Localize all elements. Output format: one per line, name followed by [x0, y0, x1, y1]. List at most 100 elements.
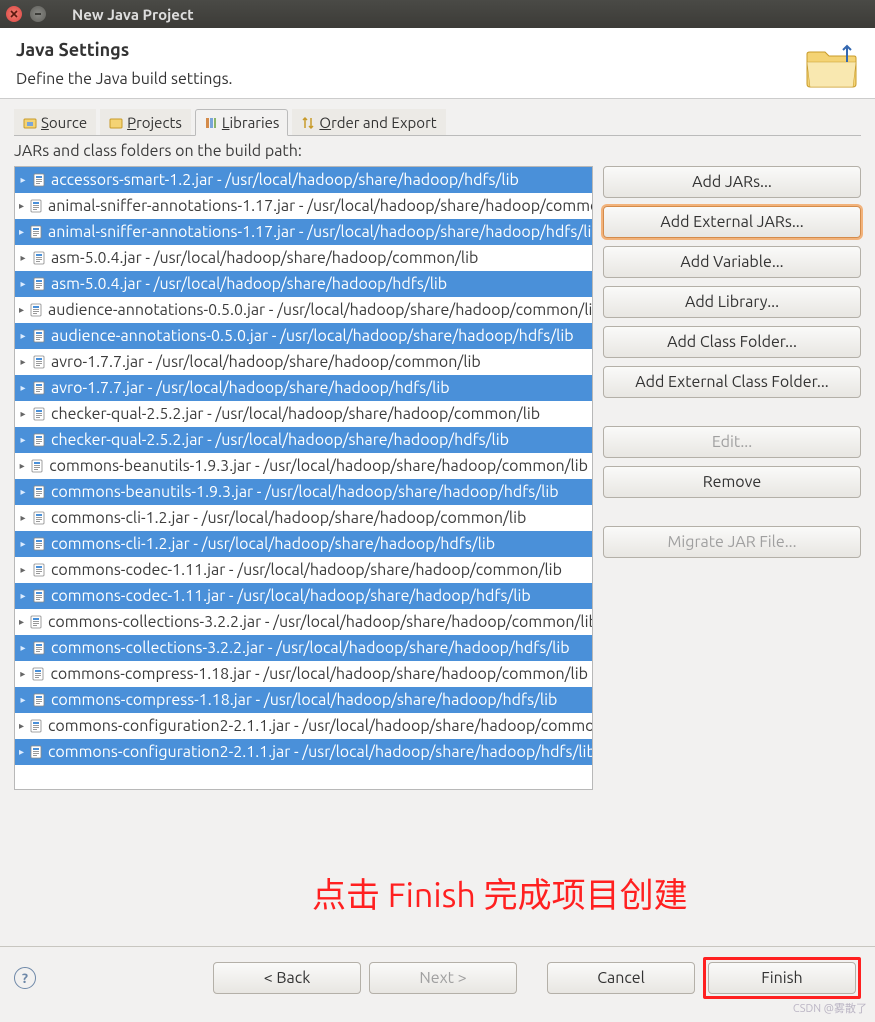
- jar-item-label: checker-qual-2.5.2.jar - /usr/local/hado…: [51, 430, 509, 450]
- expand-arrow-icon[interactable]: ▸: [19, 222, 24, 242]
- expand-arrow-icon[interactable]: ▸: [19, 716, 24, 736]
- next-button[interactable]: Next >: [369, 962, 517, 994]
- add-class-folder-button[interactable]: Add Class Folder...: [603, 326, 861, 358]
- source-folder-icon: [23, 116, 37, 130]
- jar-list-item[interactable]: ▸animal-sniffer-annotations-1.17.jar - /…: [15, 193, 592, 219]
- expand-arrow-icon[interactable]: ▸: [19, 664, 26, 684]
- expand-arrow-icon[interactable]: ▸: [19, 352, 27, 372]
- expand-arrow-icon[interactable]: ▸: [19, 248, 27, 268]
- jar-list-item[interactable]: ▸commons-configuration2-2.1.1.jar - /usr…: [15, 713, 592, 739]
- jar-list-item[interactable]: ▸ checker-qual-2.5.2.jar - /usr/local/had…: [15, 427, 592, 453]
- jar-item-label: commons-codec-1.11.jar - /usr/local/hado…: [51, 560, 562, 580]
- tab-bar: Source Projects Libraries Order and Expo…: [14, 109, 861, 136]
- expand-arrow-icon[interactable]: ▸: [19, 612, 24, 632]
- expand-arrow-icon[interactable]: ▸: [19, 586, 27, 606]
- cancel-button[interactable]: Cancel: [547, 962, 695, 994]
- watermark: CSDN @雾散了: [793, 1000, 867, 1016]
- jar-list-item[interactable]: ▸ commons-codec-1.11.jar - /usr/local/had…: [15, 557, 592, 583]
- jar-list-item[interactable]: ▸ commons-compress-1.18.jar - /usr/local/…: [15, 687, 592, 713]
- window-minimize-button[interactable]: [30, 6, 46, 22]
- order-icon: [301, 116, 315, 130]
- jar-list-item[interactable]: ▸ asm-5.0.4.jar - /usr/local/hadoop/share…: [15, 245, 592, 271]
- jar-list-item[interactable]: ▸ commons-cli-1.2.jar - /usr/local/hadoop…: [15, 531, 592, 557]
- expand-arrow-icon[interactable]: ▸: [19, 638, 27, 658]
- add-external-class-folder-button[interactable]: Add External Class Folder...: [603, 366, 861, 398]
- jar-file-icon: [31, 536, 47, 552]
- titlebar: New Java Project: [0, 0, 875, 28]
- wizard-footer: ? < Back Next > Cancel Finish: [0, 946, 875, 1009]
- button-column: Add JARs... Add External JARs... Add Var…: [603, 166, 861, 790]
- jar-list-item[interactable]: ▸ commons-codec-1.11.jar - /usr/local/had…: [15, 583, 592, 609]
- expand-arrow-icon[interactable]: ▸: [19, 508, 27, 528]
- jar-list-item[interactable]: ▸checker-qual-2.5.2.jar - /usr/local/had…: [15, 401, 592, 427]
- jar-file-icon: [30, 666, 46, 682]
- jar-file-icon: [31, 484, 47, 500]
- jar-item-label: commons-compress-1.18.jar - /usr/local/h…: [51, 690, 557, 710]
- tab-projects[interactable]: Projects: [100, 109, 191, 135]
- libraries-icon: [204, 116, 218, 130]
- jar-list-item[interactable]: ▸commons-collections-3.2.2.jar - /usr/lo…: [15, 635, 592, 661]
- jar-file-icon: [28, 302, 44, 318]
- wizard-header: Java Settings Define the Java build sett…: [0, 28, 875, 99]
- jar-item-label: asm-5.0.4.jar - /usr/local/hadoop/share/…: [51, 274, 447, 294]
- jar-list-item[interactable]: ▸commons-collections-3.2.2.jar - /usr/lo…: [15, 609, 592, 635]
- expand-arrow-icon[interactable]: ▸: [19, 274, 27, 294]
- jar-list-item[interactable]: ▸commons-beanutils-1.9.3.jar - /usr/loca…: [15, 453, 592, 479]
- expand-arrow-icon[interactable]: ▸: [19, 430, 27, 450]
- expand-arrow-icon[interactable]: ▸: [19, 742, 24, 762]
- add-jars-button[interactable]: Add JARs...: [603, 166, 861, 198]
- expand-arrow-icon[interactable]: ▸: [19, 404, 27, 424]
- window-close-button[interactable]: [6, 6, 22, 22]
- jar-list-item[interactable]: ▸ audience-annotations-0.5.0.jar - /usr/l…: [15, 323, 592, 349]
- add-external-jars-button[interactable]: Add External JARs...: [603, 206, 861, 238]
- migrate-jar-button[interactable]: Migrate JAR File...: [603, 526, 861, 558]
- jar-file-icon: [31, 276, 47, 292]
- jar-file-icon: [31, 432, 47, 448]
- jar-file-icon: [31, 406, 47, 422]
- jar-item-label: asm-5.0.4.jar - /usr/local/hadoop/share/…: [51, 248, 478, 268]
- jar-list-item[interactable]: ▸commons-cli-1.2.jar - /usr/local/hadoop…: [15, 505, 592, 531]
- jar-list-item[interactable]: ▸ asm-5.0.4.jar - /usr/local/hadoop/share…: [15, 271, 592, 297]
- jar-item-label: avro-1.7.7.jar - /usr/local/hadoop/share…: [51, 378, 450, 398]
- remove-button[interactable]: Remove: [603, 466, 861, 498]
- jar-item-label: commons-codec-1.11.jar - /usr/local/hado…: [51, 586, 531, 606]
- jar-item-label: commons-cli-1.2.jar - /usr/local/hadoop/…: [51, 534, 495, 554]
- jar-file-icon: [28, 744, 44, 760]
- jar-item-label: audience-annotations-0.5.0.jar - /usr/lo…: [48, 300, 592, 320]
- jar-list-item[interactable]: ▸ avro-1.7.7.jar - /usr/local/hadoop/shar…: [15, 375, 592, 401]
- jar-item-label: audience-annotations-0.5.0.jar - /usr/lo…: [51, 326, 574, 346]
- page-subtitle: Define the Java build settings.: [16, 70, 859, 88]
- add-variable-button[interactable]: Add Variable...: [603, 246, 861, 278]
- expand-arrow-icon[interactable]: ▸: [19, 690, 27, 710]
- jar-list-item[interactable]: ▸accessors-smart-1.2.jar - /usr/local/ha…: [15, 167, 592, 193]
- jar-file-icon: [28, 614, 44, 630]
- jar-list-item[interactable]: ▸commons-compress-1.18.jar - /usr/local/…: [15, 661, 592, 687]
- expand-arrow-icon[interactable]: ▸: [19, 534, 27, 554]
- expand-arrow-icon[interactable]: ▸: [19, 170, 27, 190]
- jar-list-item[interactable]: ▸commons-beanutils-1.9.3.jar - /usr/loca…: [15, 479, 592, 505]
- jar-list[interactable]: ▸accessors-smart-1.2.jar - /usr/local/ha…: [14, 166, 593, 790]
- expand-arrow-icon[interactable]: ▸: [19, 560, 27, 580]
- jar-list-item[interactable]: ▸ audience-annotations-0.5.0.jar - /usr/l…: [15, 297, 592, 323]
- edit-button[interactable]: Edit...: [603, 426, 861, 458]
- add-library-button[interactable]: Add Library...: [603, 286, 861, 318]
- jar-list-item[interactable]: ▸ avro-1.7.7.jar - /usr/local/hadoop/shar…: [15, 349, 592, 375]
- jar-list-item[interactable]: ▸animal-sniffer-annotations-1.17.jar - /…: [15, 219, 592, 245]
- jar-file-icon: [31, 510, 47, 526]
- finish-button[interactable]: Finish: [708, 962, 856, 994]
- tab-order-and-export[interactable]: Order and Export: [292, 109, 445, 135]
- expand-arrow-icon[interactable]: ▸: [19, 326, 27, 346]
- expand-arrow-icon[interactable]: ▸: [19, 300, 24, 320]
- jar-item-label: avro-1.7.7.jar - /usr/local/hadoop/share…: [51, 352, 481, 372]
- expand-arrow-icon[interactable]: ▸: [19, 456, 25, 476]
- back-button[interactable]: < Back: [213, 962, 361, 994]
- help-icon[interactable]: ?: [14, 967, 36, 989]
- jar-item-label: commons-configuration2-2.1.1.jar - /usr/…: [48, 742, 592, 762]
- window-title: New Java Project: [72, 6, 194, 23]
- tab-libraries[interactable]: Libraries: [195, 109, 289, 136]
- tab-source[interactable]: Source: [14, 109, 96, 135]
- jar-list-item[interactable]: ▸ commons-configuration2-2.1.1.jar - /usr…: [15, 739, 592, 765]
- expand-arrow-icon[interactable]: ▸: [19, 378, 27, 398]
- expand-arrow-icon[interactable]: ▸: [19, 196, 24, 216]
- expand-arrow-icon[interactable]: ▸: [19, 482, 27, 502]
